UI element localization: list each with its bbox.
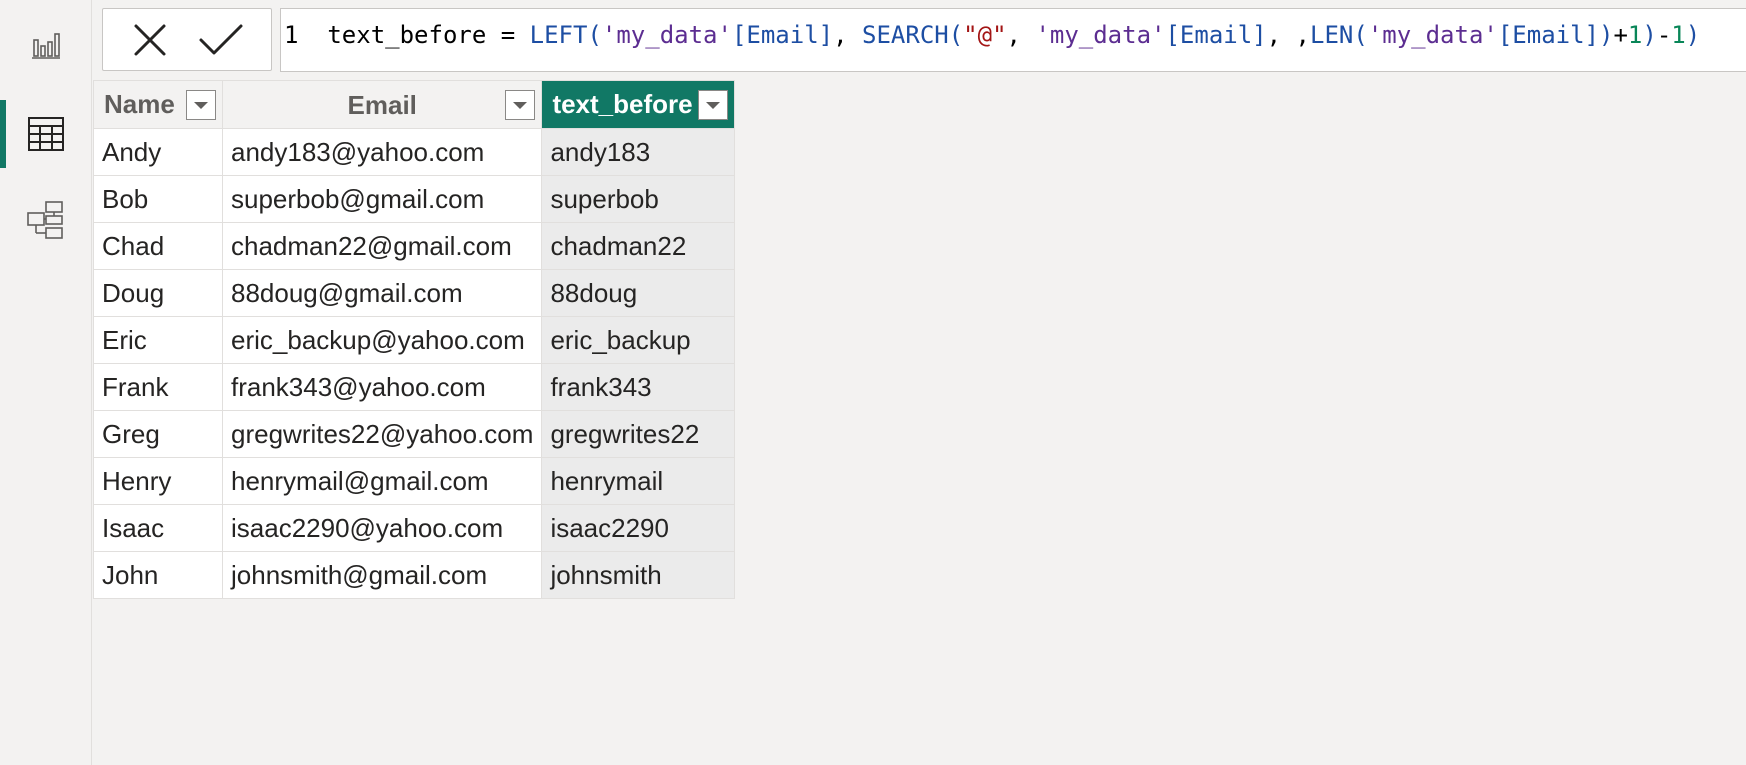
table-row: Henry henrymail@gmail.com henrymail xyxy=(93,457,736,505)
cell-email[interactable]: isaac2290@yahoo.com xyxy=(221,504,543,552)
formula-token: [Email] xyxy=(1165,21,1267,49)
formula-text: text_before = LEFT('my_data'[Email], SEA… xyxy=(327,21,1700,49)
formula-token: LEN xyxy=(1310,21,1354,49)
formula-token: ) xyxy=(1599,21,1614,49)
formula-token: ( xyxy=(587,21,602,49)
formula-token: "@" xyxy=(963,21,1007,49)
formula-token: , , xyxy=(1266,21,1310,49)
formula-token: SEARCH xyxy=(862,21,949,49)
formula-token: [Email] xyxy=(731,21,834,49)
formula-token: - xyxy=(1656,21,1672,49)
cell-name[interactable]: Greg xyxy=(93,410,223,458)
cancel-formula-button[interactable] xyxy=(130,20,170,60)
close-icon xyxy=(134,24,166,55)
cell-name[interactable]: Chad xyxy=(93,222,223,270)
table-view-icon xyxy=(27,117,64,151)
cell-text-before[interactable]: isaac2290 xyxy=(541,504,736,552)
cell-name[interactable]: John xyxy=(93,551,223,599)
table-row: Isaac isaac2290@yahoo.com isaac2290 xyxy=(93,504,736,552)
formula-token: 'my_data' xyxy=(1367,21,1498,49)
cell-text-before[interactable]: frank343 xyxy=(541,363,736,411)
cell-name[interactable]: Frank xyxy=(93,363,223,411)
column-header-name[interactable]: Name xyxy=(93,80,223,129)
cell-email[interactable]: andy183@yahoo.com xyxy=(221,128,543,176)
column-header-text-before[interactable]: text_before xyxy=(541,80,736,129)
cell-text-before[interactable]: 88doug xyxy=(541,269,736,317)
cell-name[interactable]: Isaac xyxy=(93,504,223,552)
table-row: Doug 88doug@gmail.com 88doug xyxy=(93,269,736,317)
view-rail xyxy=(0,0,92,765)
cell-text-before[interactable]: gregwrites22 xyxy=(541,410,736,458)
cell-email[interactable]: superbob@gmail.com xyxy=(221,175,543,223)
cell-text-before[interactable]: chadman22 xyxy=(541,222,736,270)
formula-token: , xyxy=(833,21,863,49)
table-row: John johnsmith@gmail.com johnsmith xyxy=(93,551,736,599)
formula-token: text_before = xyxy=(327,21,530,49)
cell-email[interactable]: chadman22@gmail.com xyxy=(221,222,543,270)
formula-token: , xyxy=(1006,21,1036,49)
cell-name[interactable]: Henry xyxy=(93,457,223,505)
table-row: Eric eric_backup@yahoo.com eric_backup xyxy=(93,316,736,364)
cell-email[interactable]: henrymail@gmail.com xyxy=(221,457,543,505)
cell-text-before[interactable]: superbob xyxy=(541,175,736,223)
cell-email[interactable]: gregwrites22@yahoo.com xyxy=(221,410,543,458)
formula-token: 'my_data' xyxy=(1035,21,1166,49)
cell-text-before[interactable]: johnsmith xyxy=(541,551,736,599)
cell-name[interactable]: Doug xyxy=(93,269,223,317)
table-row: Andy andy183@yahoo.com andy183 xyxy=(93,128,736,176)
formula-token: LEFT xyxy=(529,21,588,49)
model-view-button[interactable] xyxy=(0,190,91,250)
data-table: Name Email text_before Andy andy183@yahoo… xyxy=(93,80,736,599)
table-row: Chad chadman22@gmail.com chadman22 xyxy=(93,222,736,270)
column-header-email[interactable]: Email xyxy=(221,80,543,129)
cell-email[interactable]: frank343@yahoo.com xyxy=(221,363,543,411)
cell-text-before[interactable]: andy183 xyxy=(541,128,736,176)
cell-email[interactable]: johnsmith@gmail.com xyxy=(221,551,543,599)
commit-formula-button[interactable] xyxy=(198,22,244,58)
formula-token: 'my_data' xyxy=(601,21,732,49)
formula-action-buttons xyxy=(102,8,272,71)
cell-email[interactable]: eric_backup@yahoo.com xyxy=(221,316,543,364)
formula-line-number: 1 xyxy=(284,21,299,49)
formula-token: 1 xyxy=(1671,21,1686,49)
formula-token: ) xyxy=(1642,21,1657,49)
table-row: Bob superbob@gmail.com superbob xyxy=(93,175,736,223)
chevron-down-icon[interactable] xyxy=(505,90,536,120)
formula-token: 1 xyxy=(1627,21,1643,49)
cell-email[interactable]: 88doug@gmail.com xyxy=(221,269,543,317)
table-row: Greg gregwrites22@yahoo.com gregwrites22 xyxy=(93,410,736,458)
table-view-button[interactable] xyxy=(0,100,91,168)
cell-name[interactable]: Andy xyxy=(93,128,223,176)
cell-name[interactable]: Bob xyxy=(93,175,223,223)
report-view-icon xyxy=(31,33,60,59)
cell-text-before[interactable]: eric_backup xyxy=(541,316,736,364)
formula-token: ( xyxy=(1353,21,1368,49)
table-row: Frank frank343@yahoo.com frank343 xyxy=(93,363,736,411)
formula-token: + xyxy=(1613,21,1628,49)
model-view-icon xyxy=(26,201,63,239)
chevron-down-icon[interactable] xyxy=(698,90,729,120)
cell-text-before[interactable]: henrymail xyxy=(541,457,736,505)
table-body: Andy andy183@yahoo.com andy183 Bob superbob@… xyxy=(93,128,736,599)
formula-input[interactable]: 1 text_before = LEFT('my_data'[Email], S… xyxy=(280,8,1746,72)
table-header-row: Name Email text_before xyxy=(93,80,736,129)
checkmark-icon xyxy=(199,24,243,54)
formula-token: ) xyxy=(1685,21,1701,49)
cell-name[interactable]: Eric xyxy=(93,316,223,364)
chevron-down-icon[interactable] xyxy=(186,90,216,120)
formula-token: [Email] xyxy=(1497,21,1600,49)
report-view-button[interactable] xyxy=(0,14,91,74)
formula-token: ( xyxy=(948,21,964,49)
